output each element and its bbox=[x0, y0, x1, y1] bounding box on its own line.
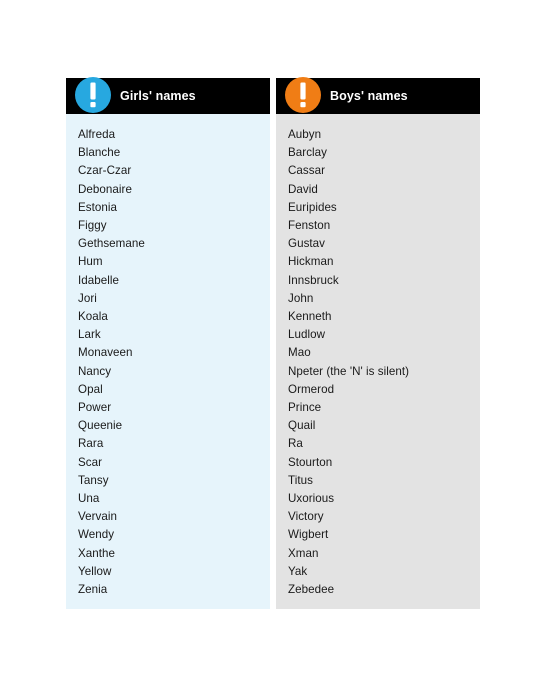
list-item: Yellow bbox=[78, 564, 112, 578]
list-item: Yak bbox=[288, 564, 308, 578]
list-item: Mao bbox=[288, 346, 311, 360]
list-item: Quail bbox=[288, 419, 316, 433]
list-item: Prince bbox=[288, 401, 322, 415]
list-item: Gustav bbox=[288, 237, 326, 251]
list-item: Debonaire bbox=[78, 182, 132, 196]
list-item: Zebedee bbox=[288, 583, 335, 597]
list-item: Blanche bbox=[78, 146, 121, 160]
list-item: Alfreda bbox=[78, 128, 116, 141]
list-item: Vervain bbox=[78, 510, 118, 524]
list-item: Koala bbox=[78, 310, 108, 324]
list-item: Idabelle bbox=[78, 273, 120, 287]
list-item: Hum bbox=[78, 255, 103, 269]
list-item: John bbox=[288, 291, 314, 305]
list-item: David bbox=[288, 182, 318, 196]
column-boys-names: Boys' names Aubyn Barclay Cassar David E… bbox=[276, 76, 480, 610]
boys-names-panel: Aubyn Barclay Cassar David Euripides Fen… bbox=[276, 114, 480, 610]
list-item: Innsbruck bbox=[288, 273, 339, 287]
boys-names-header-bar: Boys' names bbox=[276, 76, 480, 114]
list-item: Jori bbox=[78, 291, 97, 305]
boys-names-title: Boys' names bbox=[330, 89, 408, 103]
list-item: Tansy bbox=[78, 473, 109, 487]
girls-names-panel: Alfreda Blanche Czar-Czar Debonaire Esto… bbox=[66, 114, 270, 610]
list-item: Stourton bbox=[288, 455, 333, 469]
list-item: Euripides bbox=[288, 200, 337, 214]
list-item: Zenia bbox=[78, 583, 108, 597]
list-item: Nancy bbox=[78, 364, 112, 378]
list-item: Uxorious bbox=[288, 492, 335, 506]
list-item: Wendy bbox=[78, 528, 115, 542]
list-item: Lark bbox=[78, 328, 101, 342]
list-item: Kenneth bbox=[288, 310, 332, 324]
list-item: Scar bbox=[78, 455, 103, 469]
list-item: Rara bbox=[78, 437, 104, 451]
list-item: Xanthe bbox=[78, 546, 116, 560]
list-item: Barclay bbox=[288, 146, 328, 160]
boys-names-list: Aubyn Barclay Cassar David Euripides Fen… bbox=[276, 126, 480, 599]
list-item: Power bbox=[78, 401, 112, 415]
list-item: Hickman bbox=[288, 255, 334, 269]
list-item: Ludlow bbox=[288, 328, 326, 342]
list-item: Queenie bbox=[78, 419, 123, 433]
list-item: Fenston bbox=[288, 219, 331, 233]
exclamation-circle-icon bbox=[74, 76, 112, 114]
list-item: Titus bbox=[288, 473, 313, 487]
list-item: Aubyn bbox=[288, 128, 322, 141]
list-item: Ormerod bbox=[288, 382, 335, 396]
list-item: Estonia bbox=[78, 200, 118, 214]
girls-names-header-bar: Girls' names bbox=[66, 76, 270, 114]
exclamation-circle-icon bbox=[284, 76, 322, 114]
list-item: Wigbert bbox=[288, 528, 329, 542]
list-item: Xman bbox=[288, 546, 319, 560]
list-item: Victory bbox=[288, 510, 324, 524]
list-item: Opal bbox=[78, 382, 103, 396]
list-item: Monaveen bbox=[78, 346, 133, 360]
list-item: Ra bbox=[288, 437, 303, 451]
list-item: Cassar bbox=[288, 164, 326, 178]
girls-names-title: Girls' names bbox=[120, 89, 196, 103]
list-item: Npeter (the 'N' is silent) bbox=[288, 364, 410, 378]
name-lists-board: Girls' names Alfreda Blanche Czar-Czar D… bbox=[66, 76, 480, 610]
girls-names-list: Alfreda Blanche Czar-Czar Debonaire Esto… bbox=[66, 126, 270, 599]
list-item: Czar-Czar bbox=[78, 164, 132, 178]
column-girls-names: Girls' names Alfreda Blanche Czar-Czar D… bbox=[66, 76, 270, 610]
list-item: Una bbox=[78, 492, 100, 506]
list-item: Gethsemane bbox=[78, 237, 145, 251]
list-item: Figgy bbox=[78, 219, 107, 233]
